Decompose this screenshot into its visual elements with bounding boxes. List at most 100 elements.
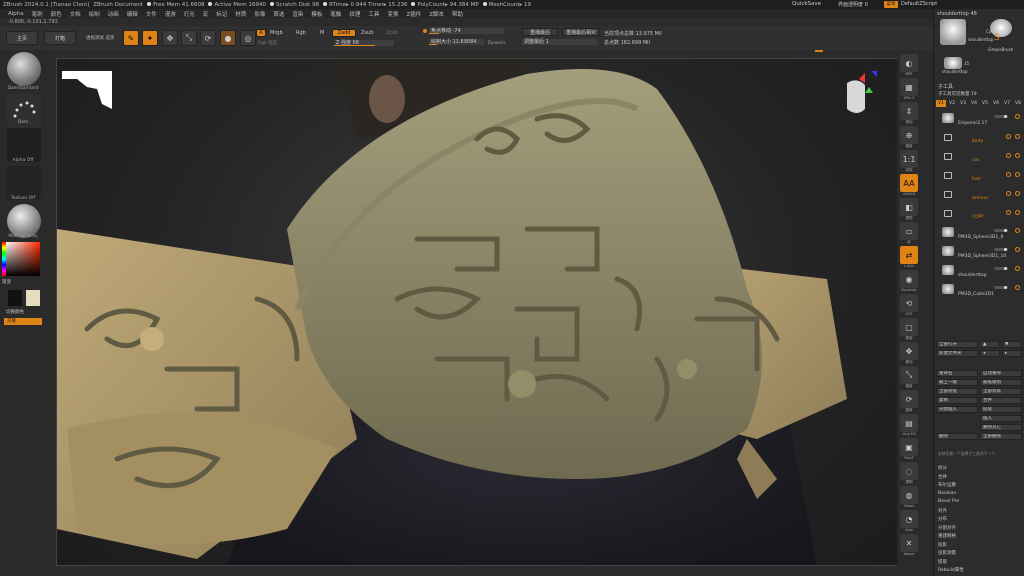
shelf-tool-icon[interactable]: ▭ [900,222,918,240]
gear-icon[interactable] [1015,114,1020,119]
visibility-tab[interactable]: V2 [947,100,957,107]
menu-item[interactable]: 漫游 [165,10,176,18]
alternate-button[interactable]: 交替 [4,318,42,325]
gear-icon[interactable] [1006,134,1011,139]
transparency-slider[interactable]: 界面透明度 0 [838,1,868,8]
append-button[interactable]: 分配插入 [936,406,978,413]
action-menu-item[interactable]: 分布 [938,516,947,522]
action-menu-item[interactable]: 对齐 [938,508,947,514]
shelf-tool-icon[interactable]: ⇄ [900,246,918,264]
all-low-button[interactable]: 最低级别 [980,379,1022,386]
gear-icon[interactable] [1015,266,1020,271]
subtool-row[interactable]: PM3D_Cube3D1 [934,282,1024,300]
action-menu-item[interactable]: Boolean [938,491,956,496]
simplebrush-icon[interactable]: S [994,33,1000,43]
color-picker[interactable] [6,242,40,276]
action-menu-item[interactable]: 重建网格 [938,533,956,539]
draw-icon[interactable]: ✦ [142,30,158,46]
delete-button[interactable]: 删除 [936,433,978,440]
material-thumbnail[interactable] [7,204,41,238]
menu-item[interactable]: 首选 [273,10,284,18]
folder-up-icon[interactable]: ◂ [980,350,1000,357]
subtool-row[interactable]: Emperor2.17 [934,111,1024,129]
action-menu-item[interactable]: 提取 [938,559,947,565]
shelf-tool-icon[interactable]: ◌ [900,462,918,480]
shelf-tool-icon[interactable]: ⊕ [900,126,918,144]
gear-icon[interactable] [1015,172,1020,177]
adjust-last-slider[interactable]: 调整最后 1 [522,39,597,45]
draw-size-slider[interactable]: 绘制大小 11.69084 [429,39,484,45]
shelf-tool-icon[interactable]: ✕ [900,534,918,552]
action-menu-item[interactable]: 拆分 [938,465,947,471]
menu-item[interactable]: 模板 [311,10,322,18]
rotate-icon[interactable]: ⟳ [200,30,216,46]
rgb-toggle[interactable]: Rgb [296,30,306,36]
visibility-tab[interactable]: V7 [1002,100,1012,107]
all-open-button[interactable]: 全部打开 [936,341,978,348]
menu-item[interactable]: 影像 [254,10,265,18]
gear-icon[interactable] [1006,153,1011,158]
visibility-tab[interactable]: V6 [991,100,1001,107]
menu-item[interactable]: Z脚本 [429,10,444,18]
top-button[interactable]: 最上一级 [936,379,978,386]
folder-down-icon[interactable]: ▸ [1002,350,1022,357]
auto-rename-button[interactable]: 自动重命 [980,370,1022,377]
hue-strip[interactable] [2,242,6,276]
subtool-row[interactable]: shoulderttop [934,263,1024,281]
visible-count[interactable]: 子工具可见数量 19 [938,91,977,97]
move-icon[interactable]: ✥ [162,30,178,46]
gear-icon[interactable] [1015,247,1020,252]
menu-item[interactable]: 文件 [146,10,157,18]
shelf-tool-icon[interactable]: ◉ [900,270,918,288]
gizmo-icon[interactable]: ◎ [240,30,256,46]
menu-item[interactable]: Z插件 [406,10,421,18]
merge-button[interactable]: 合并 [980,397,1022,404]
menu-item[interactable]: 帮助 [452,10,463,18]
secondary-color-swatch[interactable] [26,290,40,306]
visibility-tab[interactable]: V8 [1013,100,1023,107]
zadd-toggle[interactable]: Zadd [332,29,356,37]
replay-last-relative-button[interactable]: 重播最后相对 [562,28,600,36]
shelf-tool-icon[interactable]: ◍ [900,486,918,504]
delete-all-button[interactable]: 全部删除 [980,433,1022,440]
gear-icon[interactable] [1006,172,1011,177]
arrow-up-button[interactable]: ▲ [980,341,1000,348]
menu-item[interactable]: 材质 [235,10,246,18]
subtool-row[interactable]: COPY [934,206,1024,224]
all-to-low-button[interactable]: 全部到低 [936,388,978,395]
canvas-viewport[interactable] [56,58,899,566]
subtool-section-header[interactable]: 子工具 [938,83,953,90]
subtool-row[interactable]: hair [934,168,1024,186]
texture-thumbnail[interactable] [7,166,41,200]
gear-icon[interactable] [1015,134,1020,139]
replay-last-button[interactable]: 重播最后 [522,28,558,36]
focal-shift-slider[interactable]: 焦点移动 -74 [429,28,504,34]
gear-icon[interactable] [1006,210,1011,215]
action-menu-item[interactable]: 投影 [938,542,947,548]
menu-item[interactable]: 动画 [108,10,119,18]
copy-button[interactable]: 复制 [936,397,978,404]
shelf-tool-icon[interactable]: ▦ [900,78,918,96]
shelf-tool-icon[interactable]: AA [900,174,918,192]
menu-item[interactable]: 笔触 [330,10,341,18]
visibility-tab[interactable]: V4 [969,100,979,107]
default-zscript-button[interactable]: DefaultZScript [901,1,937,7]
shelf-tool-icon[interactable]: ▣ [900,438,918,456]
menu-item[interactable]: 绘制 [89,10,100,18]
shelf-tool-icon[interactable]: ◔ [900,510,918,528]
gear-icon[interactable] [1015,191,1020,196]
shelf-tool-icon[interactable]: ✥ [900,342,918,360]
new-folder-button[interactable]: 新建文件夹 [936,350,978,357]
zproject-label[interactable]: 透视测试 选项 [86,35,114,41]
subtool-row[interactable]: armour [934,187,1024,205]
shelf-tool-icon[interactable]: ▤ [900,414,918,432]
menu-item[interactable]: 编辑 [127,10,138,18]
rgb-intensity-slider[interactable]: Rgb 强度 [258,40,277,46]
gear-icon[interactable] [1015,153,1020,158]
visibility-tab[interactable]: V3 [958,100,968,107]
mrgb-toggle[interactable]: Mrgb [270,30,283,36]
insert-button[interactable]: 插入 [980,415,1022,422]
edit-icon[interactable]: ✎ [123,30,139,46]
gear-icon[interactable] [1006,191,1011,196]
menu-item[interactable]: 宏 [203,10,209,18]
